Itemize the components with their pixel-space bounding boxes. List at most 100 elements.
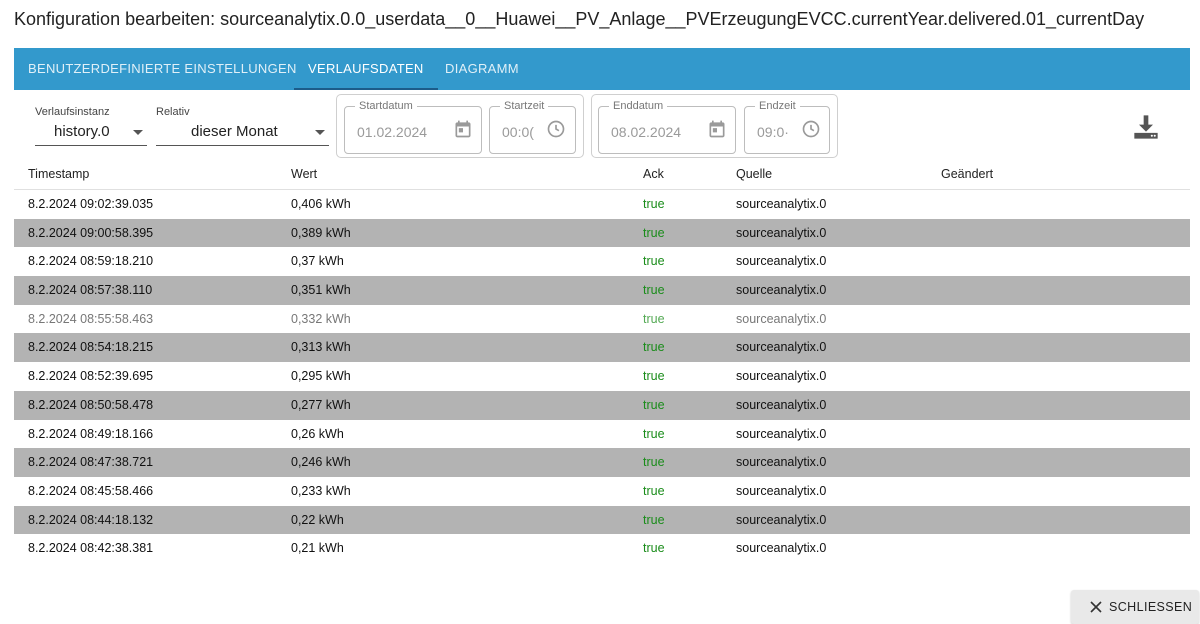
- header-ack[interactable]: Ack: [643, 167, 664, 181]
- cell-value: 0,26 kWh: [291, 426, 344, 441]
- cell-timestamp: 8.2.2024 08:47:38.721: [28, 455, 154, 470]
- cell-value: 0,277 kWh: [291, 397, 351, 412]
- end-time-field[interactable]: Endzeit 09:0·: [744, 100, 830, 154]
- table-row[interactable]: 8.2.2024 08:59:18.210 0,37 kWh true sour…: [14, 247, 1190, 276]
- cell-value: 0,332 kWh: [291, 311, 351, 326]
- cell-ack: true: [643, 455, 665, 470]
- cell-source: sourceanalytix.0: [736, 455, 827, 470]
- cell-timestamp: 8.2.2024 08:57:38.110: [28, 283, 153, 298]
- cell-value: 0,313 kWh: [291, 340, 351, 355]
- tab-history-data[interactable]: VERLAUFSDATEN: [294, 48, 438, 90]
- clock-icon[interactable]: [546, 119, 566, 139]
- start-date-value: 01.02.2024: [357, 124, 428, 140]
- dialog-title: Konfiguration bearbeiten: sourceanalytix…: [14, 9, 1145, 29]
- cell-ack: true: [643, 483, 665, 498]
- start-date-label: Startdatum: [355, 100, 417, 112]
- instance-label: Verlaufsinstanz: [35, 106, 110, 118]
- table-row[interactable]: 8.2.2024 08:47:38.721 0,246 kWh true sou…: [14, 448, 1190, 477]
- cell-value: 0,37 kWh: [291, 254, 344, 269]
- cell-timestamp: 8.2.2024 08:52:39.695: [28, 369, 154, 384]
- clock-icon[interactable]: [801, 119, 821, 139]
- table-header: Timestamp Wert Ack Quelle Geändert: [14, 160, 1190, 190]
- table-body: 8.2.2024 09:02:39.035 0,406 kWh true sou…: [14, 190, 1190, 563]
- cell-ack: true: [643, 369, 665, 384]
- cell-source: sourceanalytix.0: [736, 225, 827, 240]
- start-time-label: Startzeit: [500, 100, 549, 112]
- cell-timestamp: 8.2.2024 08:54:18.215: [28, 340, 154, 355]
- cell-timestamp: 8.2.2024 08:59:18.210: [28, 254, 154, 269]
- cell-ack: true: [643, 197, 665, 211]
- cell-value: 0,22 kWh: [291, 512, 344, 527]
- cell-ack: true: [643, 512, 665, 527]
- cell-timestamp: 8.2.2024 08:44:18.132: [28, 512, 154, 527]
- cell-source: sourceanalytix.0: [736, 426, 827, 441]
- table-row[interactable]: 8.2.2024 08:54:18.215 0,313 kWh true sou…: [14, 333, 1190, 363]
- header-timestamp[interactable]: Timestamp: [28, 167, 89, 181]
- end-time-label: Endzeit: [755, 100, 800, 112]
- end-date-label: Enddatum: [609, 100, 668, 112]
- table-row[interactable]: 8.2.2024 08:55:58.463 0,332 kWh true sou…: [14, 305, 1190, 334]
- cell-value: 0,295 kWh: [291, 369, 351, 384]
- cell-value: 0,246 kWh: [291, 455, 351, 470]
- tab-bar: BENUTZERDEFINIERTE EINSTELLUNGEN VERLAUF…: [14, 48, 1190, 90]
- relative-select[interactable]: dieser Monat: [156, 120, 329, 146]
- header-source[interactable]: Quelle: [736, 167, 772, 181]
- table-row[interactable]: 8.2.2024 09:02:39.035 0,406 kWh true sou…: [14, 190, 1190, 219]
- cell-ack: true: [643, 397, 665, 412]
- cell-source: sourceanalytix.0: [736, 369, 827, 384]
- end-time-value: 09:0·: [757, 124, 789, 140]
- cell-ack: true: [643, 283, 665, 298]
- cell-ack: true: [643, 426, 665, 441]
- table-row[interactable]: 8.2.2024 08:52:39.695 0,295 kWh true sou…: [14, 362, 1190, 391]
- calendar-icon[interactable]: [707, 119, 727, 139]
- cell-timestamp: 8.2.2024 08:45:58.466: [28, 483, 154, 498]
- cell-source: sourceanalytix.0: [736, 197, 827, 211]
- cell-timestamp: 8.2.2024 08:55:58.463: [28, 311, 154, 326]
- table-row[interactable]: 8.2.2024 08:42:38.381 0,21 kWh true sour…: [14, 534, 1190, 563]
- cell-value: 0,389 kWh: [291, 225, 351, 240]
- start-date-field[interactable]: Startdatum 01.02.2024: [344, 100, 482, 154]
- tab-custom-settings[interactable]: BENUTZERDEFINIERTE EINSTELLUNGEN: [14, 48, 311, 90]
- cell-source: sourceanalytix.0: [736, 283, 827, 298]
- instance-select[interactable]: history.0: [35, 120, 147, 146]
- table-row[interactable]: 8.2.2024 08:50:58.478 0,277 kWh true sou…: [14, 390, 1190, 420]
- chevron-down-icon: [315, 130, 325, 135]
- download-icon[interactable]: [1132, 113, 1160, 141]
- chevron-down-icon: [133, 130, 143, 135]
- close-button-label: SCHLIESSEN: [1109, 600, 1193, 614]
- header-value[interactable]: Wert: [291, 167, 317, 181]
- close-button[interactable]: SCHLIESSEN: [1071, 590, 1199, 624]
- cell-ack: true: [643, 311, 665, 326]
- cell-source: sourceanalytix.0: [736, 483, 827, 498]
- cell-source: sourceanalytix.0: [736, 512, 827, 527]
- end-date-field[interactable]: Enddatum 08.02.2024: [598, 100, 736, 154]
- close-icon: [1090, 601, 1102, 613]
- table-row[interactable]: 8.2.2024 09:00:58.395 0,389 kWh true sou…: [14, 218, 1190, 248]
- cell-ack: true: [643, 254, 665, 269]
- end-date-value: 08.02.2024: [611, 124, 682, 140]
- cell-timestamp: 8.2.2024 09:02:39.035: [28, 197, 154, 211]
- instance-value: history.0: [54, 123, 110, 140]
- cell-value: 0,406 kWh: [291, 197, 351, 211]
- table-row[interactable]: 8.2.2024 08:45:58.466 0,233 kWh true sou…: [14, 477, 1190, 506]
- tab-chart[interactable]: DIAGRAMM: [431, 48, 533, 90]
- cell-value: 0,233 kWh: [291, 483, 351, 498]
- cell-source: sourceanalytix.0: [736, 340, 827, 355]
- cell-ack: true: [643, 541, 665, 556]
- cell-value: 0,21 kWh: [291, 541, 344, 556]
- table-row[interactable]: 8.2.2024 08:44:18.132 0,22 kWh true sour…: [14, 505, 1190, 535]
- table-row[interactable]: 8.2.2024 08:49:18.166 0,26 kWh true sour…: [14, 420, 1190, 449]
- header-changed[interactable]: Geändert: [941, 167, 993, 181]
- table-row[interactable]: 8.2.2024 08:57:38.110 0,351 kWh true sou…: [14, 276, 1190, 305]
- start-time-value: 00:0(: [502, 124, 534, 140]
- cell-timestamp: 8.2.2024 08:50:58.478: [28, 397, 154, 412]
- relative-label: Relativ: [156, 106, 190, 118]
- start-time-field[interactable]: Startzeit 00:0(: [489, 100, 576, 154]
- calendar-icon[interactable]: [453, 119, 473, 139]
- cell-timestamp: 8.2.2024 08:49:18.166: [28, 426, 154, 441]
- cell-ack: true: [643, 340, 665, 355]
- cell-timestamp: 8.2.2024 08:42:38.381: [28, 541, 154, 556]
- relative-value: dieser Monat: [191, 123, 278, 140]
- cell-source: sourceanalytix.0: [736, 311, 827, 326]
- cell-source: sourceanalytix.0: [736, 254, 827, 269]
